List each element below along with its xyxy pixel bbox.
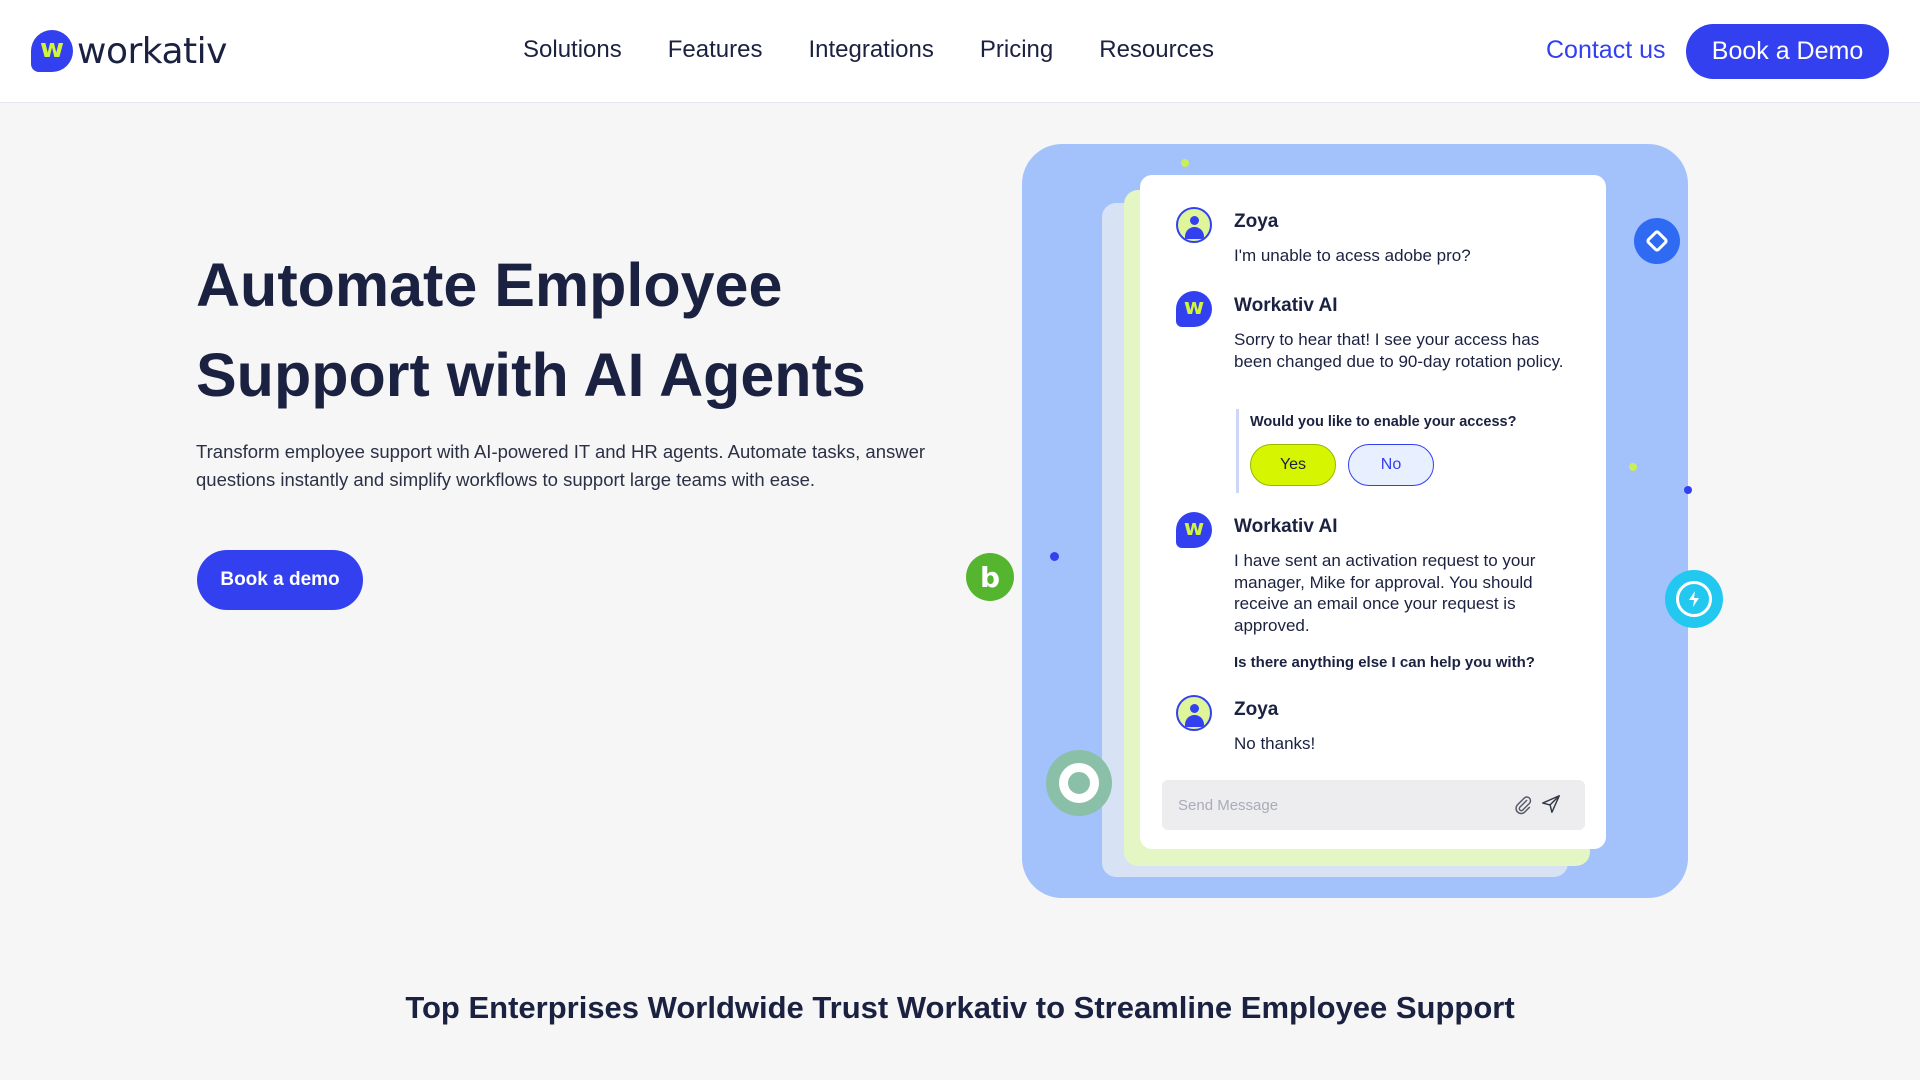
user-avatar-icon [1176,207,1212,243]
book-a-demo-button[interactable]: Book a Demo [1686,24,1889,79]
chat-message-bot: w Workativ AI Sorry to hear that! I see … [1176,291,1564,371]
logo-text: workativ [77,30,227,72]
decorative-dot [1050,552,1059,561]
hero-subtitle: Transform employee support with AI-power… [196,441,926,490]
quick-reply-buttons: Yes No [1250,444,1566,486]
quick-reply-question: Would you like to enable your access? [1250,414,1517,430]
quick-reply-block: Would you like to enable your access? Ye… [1236,409,1566,493]
logo-mark-letter: w [39,34,65,64]
main-nav: Solutions Features Integrations Pricing … [523,36,1214,64]
nav-integrations[interactable]: Integrations [808,36,933,64]
user-avatar-icon [1176,695,1212,731]
yes-button[interactable]: Yes [1250,444,1336,486]
bamboohr-icon: b [966,553,1014,601]
send-message-input[interactable] [1178,793,1498,817]
message-sender: Zoya [1234,211,1279,232]
workativ-logo[interactable]: w workativ [31,30,227,72]
decorative-dot [1684,486,1692,494]
message-sender: Zoya [1234,699,1279,720]
decorative-dot [1181,159,1189,167]
freshservice-icon [1665,570,1723,628]
chat-message-user: Zoya No thanks! [1176,695,1315,753]
message-text: No thanks! [1234,734,1316,753]
nav-pricing[interactable]: Pricing [980,36,1053,64]
okta-icon [1046,750,1112,816]
hero-title-line2: Support with AI Agents [196,341,866,409]
decorative-dot [1629,463,1637,471]
nav-resources[interactable]: Resources [1099,36,1214,64]
hero-title-line1: Automate Employee [196,251,783,319]
contact-us-link[interactable]: Contact us [1546,36,1666,65]
logo-mark-icon: w [31,30,73,72]
nav-solutions[interactable]: Solutions [523,36,622,64]
nav-features[interactable]: Features [668,36,763,64]
followup-question: Is there anything else I can help you wi… [1234,654,1535,671]
bot-avatar-icon: w [1176,512,1212,548]
message-input-bar [1162,780,1585,830]
message-text: I'm unable to acess adobe pro? [1234,246,1471,265]
message-sender: Workativ AI [1234,295,1338,316]
chat-message-bot: w Workativ AI I have sent an activation … [1176,512,1535,635]
no-button[interactable]: No [1348,444,1434,486]
message-sender: Workativ AI [1234,516,1338,537]
message-text: Sorry to hear that! I see your access ha… [1234,330,1564,371]
message-text: I have sent an activation request to you… [1234,551,1536,635]
site-header: w workativ Solutions Features Integratio… [0,0,1920,103]
jira-icon [1634,218,1680,264]
chat-window: Zoya I'm unable to acess adobe pro? w Wo… [1140,175,1606,849]
hero-title: Automate Employee Support with AI Agents [196,240,976,420]
bot-avatar-icon: w [1176,291,1212,327]
chat-message-user: Zoya I'm unable to acess adobe pro? [1176,207,1471,265]
send-icon[interactable] [1540,793,1562,815]
paperclip-icon[interactable] [1512,794,1534,816]
trust-heading: Top Enterprises Worldwide Trust Workativ… [405,990,1515,1025]
hero-book-demo-button[interactable]: Book a demo [197,550,363,610]
